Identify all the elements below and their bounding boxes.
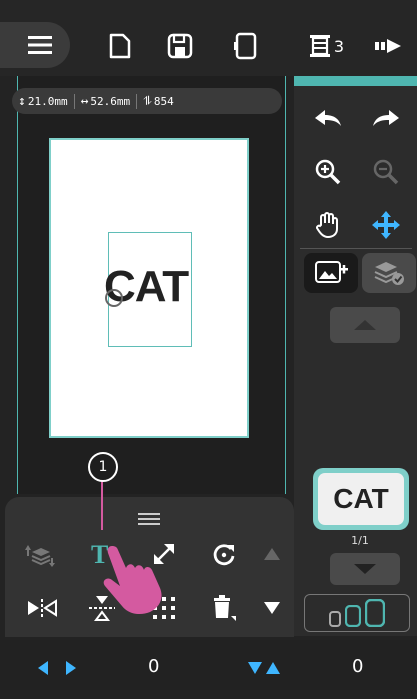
- y-offset-value: 0: [352, 656, 364, 677]
- drag-handle-icon: [138, 513, 160, 525]
- page-indicator: 1/1: [351, 534, 369, 547]
- thread-list-icon: [309, 35, 330, 57]
- pattern-thumbnail[interactable]: CAT: [318, 473, 404, 525]
- triangle-down-icon: [264, 602, 280, 614]
- tools-scroll-up-button[interactable]: [252, 536, 292, 572]
- hoop-icon: [234, 32, 257, 60]
- menu-icon: [28, 36, 52, 54]
- scroll-up-button[interactable]: [330, 307, 400, 343]
- sheet-handle[interactable]: [138, 510, 160, 525]
- zoom-in-icon: [315, 159, 341, 185]
- stitch-count: 854: [153, 94, 174, 108]
- new-file-button[interactable]: [100, 26, 140, 66]
- frame-size-selector[interactable]: [304, 594, 410, 632]
- send-icon: [375, 39, 401, 53]
- layer-button[interactable]: [362, 253, 416, 293]
- triangle-down-icon: [354, 564, 376, 574]
- callout-line: [101, 480, 103, 530]
- vertical-position-icon: [246, 660, 282, 680]
- tap-hand-icon: [98, 540, 168, 620]
- zoom-out-button[interactable]: [366, 155, 406, 189]
- add-image-button[interactable]: [304, 253, 358, 293]
- stitch-icon: ⥮: [143, 93, 152, 108]
- rotate-button[interactable]: [204, 536, 244, 572]
- undo-icon: [315, 110, 341, 126]
- width-value: 52.6mm: [90, 94, 131, 108]
- redo-button[interactable]: [366, 102, 406, 136]
- trash-icon: [214, 595, 236, 621]
- cursor-marker: [105, 289, 123, 307]
- pan-button[interactable]: [308, 208, 348, 242]
- callout-marker: 1: [88, 452, 118, 482]
- zoom-out-icon: [373, 159, 399, 185]
- tools-scroll-down-button[interactable]: [252, 590, 292, 626]
- triangle-up-icon: [264, 548, 280, 560]
- height-info: ↕ 21.0mm: [12, 93, 75, 109]
- stitch-info: ⥮ 854: [137, 94, 180, 109]
- large-frame-icon: [365, 599, 385, 627]
- menu-button[interactable]: [0, 22, 70, 68]
- rotate-icon: [213, 544, 235, 566]
- height-icon: ↕: [18, 93, 26, 109]
- move-button[interactable]: [366, 208, 406, 242]
- add-image-icon: [315, 261, 348, 283]
- zoom-in-button[interactable]: [308, 155, 348, 189]
- delete-button[interactable]: [204, 590, 244, 626]
- mirror-button[interactable]: [22, 590, 62, 626]
- thread-count: 3: [333, 36, 345, 56]
- new-file-icon: [109, 33, 131, 59]
- medium-frame-icon: [345, 605, 361, 627]
- small-frame-icon: [329, 611, 341, 627]
- right-panel-divider: [300, 248, 412, 249]
- layers-icon: [374, 262, 404, 285]
- send-button[interactable]: [370, 26, 410, 66]
- move-icon: [372, 211, 400, 239]
- triangle-up-icon: [354, 320, 376, 330]
- hoop-button[interactable]: [226, 26, 266, 66]
- x-offset-value: 0: [148, 656, 160, 677]
- hand-icon: [316, 212, 338, 239]
- height-value: 21.0mm: [27, 94, 68, 108]
- width-icon: ↔: [80, 93, 89, 109]
- layer-order-button[interactable]: [20, 536, 60, 572]
- scroll-down-button[interactable]: [330, 553, 400, 585]
- width-info: ↔ 52.6mm: [75, 93, 138, 109]
- horizontal-position-icon: [38, 660, 76, 680]
- design-info-bar: ↕ 21.0mm ↔ 52.6mm ⥮ 854: [12, 88, 282, 114]
- save-icon: [167, 33, 193, 59]
- right-panel-accent: [294, 76, 417, 86]
- save-button[interactable]: [160, 26, 200, 66]
- layer-order-icon: [25, 545, 55, 567]
- undo-button[interactable]: [308, 102, 348, 136]
- mirror-icon: [28, 599, 57, 617]
- thread-list-button[interactable]: 3: [296, 26, 356, 66]
- redo-icon: [373, 110, 399, 126]
